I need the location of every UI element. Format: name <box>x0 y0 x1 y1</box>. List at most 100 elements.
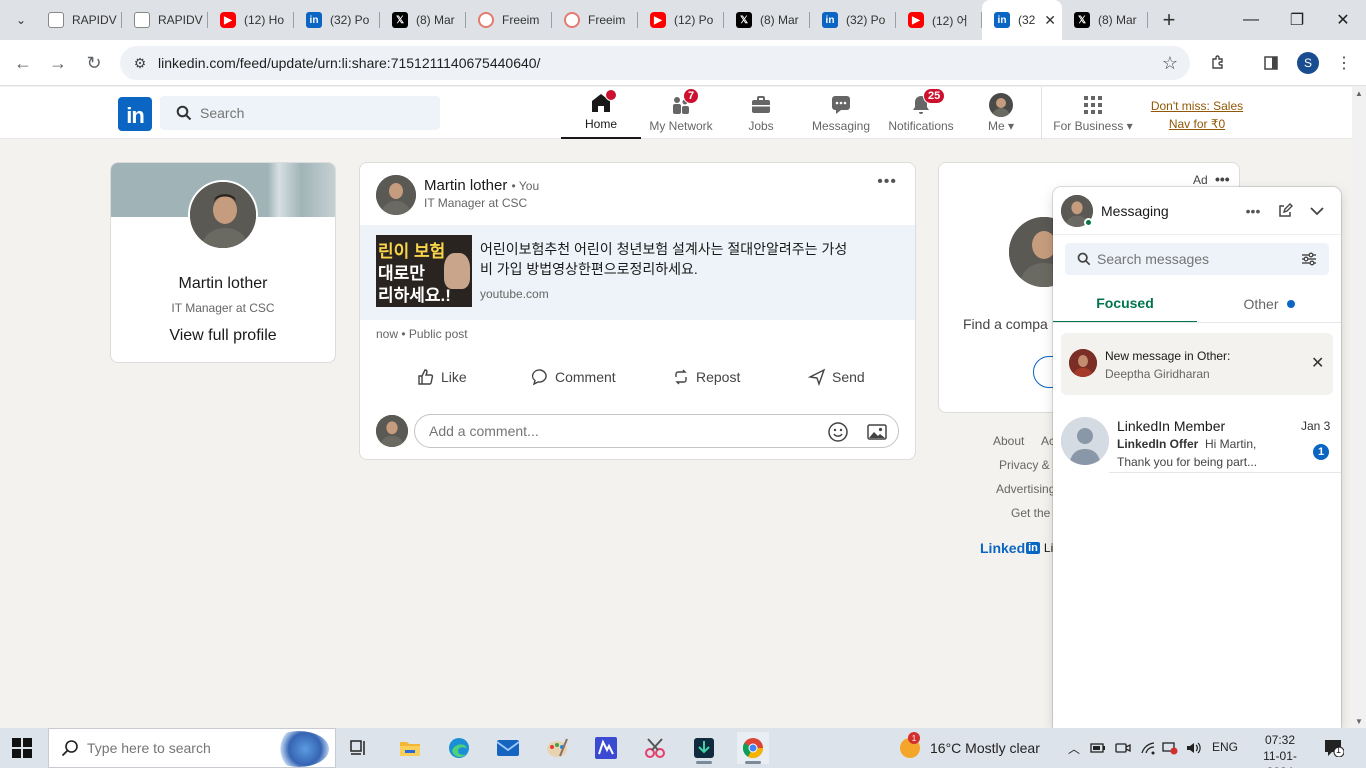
linkedin-search[interactable] <box>160 96 440 130</box>
edge-icon[interactable] <box>443 732 475 764</box>
browser-tab[interactable]: RAPIDV <box>36 0 122 40</box>
browser-tab[interactable]: Freeim <box>466 0 552 40</box>
restore-button[interactable]: ❐ <box>1274 0 1320 40</box>
ad-more-icon[interactable]: ••• <box>1215 171 1230 187</box>
browser-tab[interactable]: 𝕏 (8) Mar <box>1062 0 1148 40</box>
linkedin-logo[interactable]: in <box>118 97 152 131</box>
messaging-more-icon[interactable]: ••• <box>1243 201 1263 221</box>
footer-privacy-link[interactable]: Privacy & <box>999 458 1050 472</box>
filter-icon[interactable] <box>1301 251 1317 267</box>
omnibox[interactable]: ⚙ linkedin.com/feed/update/urn:li:share:… <box>120 46 1190 80</box>
comment-box[interactable] <box>414 414 899 448</box>
reload-button[interactable]: ↻ <box>81 50 107 76</box>
close-window-button[interactable]: ✕ <box>1320 0 1366 40</box>
view-full-profile-link[interactable]: View full profile <box>111 327 335 345</box>
other-message-notice[interactable]: New message in Other: Deeptha Giridharan… <box>1061 333 1333 395</box>
nav-messaging[interactable]: Messaging <box>801 87 881 139</box>
network-alert-icon[interactable] <box>1162 740 1178 756</box>
notification-center-icon[interactable]: 1 <box>1324 739 1345 758</box>
footer-advertising-link[interactable]: Advertising <box>996 482 1055 496</box>
compose-icon[interactable] <box>1275 201 1295 221</box>
paint-icon[interactable] <box>541 732 573 764</box>
browser-tab[interactable]: ▶ (12) 어 <box>896 0 982 40</box>
collapse-chevron-icon[interactable] <box>1307 201 1327 221</box>
tab-focused[interactable]: Focused <box>1053 285 1197 323</box>
minimize-button[interactable]: — <box>1228 0 1274 40</box>
footer-get-app-link[interactable]: Get the <box>1011 506 1050 520</box>
browser-tab[interactable]: 𝕏 (8) Mar <box>380 0 466 40</box>
tab-other[interactable]: Other <box>1197 285 1341 323</box>
browser-tab[interactable]: in (32) Po <box>294 0 380 40</box>
language-indicator[interactable]: ENG <box>1212 740 1238 754</box>
new-tab-button[interactable]: + <box>1154 7 1184 33</box>
back-button[interactable]: ← <box>10 50 36 76</box>
browser-tab[interactable]: RAPIDV <box>122 0 208 40</box>
footer-about-link[interactable]: About <box>993 434 1024 448</box>
browser-tab[interactable]: in (32) Po <box>810 0 896 40</box>
windows-start-icon[interactable] <box>12 738 32 758</box>
url-text[interactable]: linkedin.com/feed/update/urn:li:share:71… <box>158 55 540 71</box>
taskbar-search[interactable] <box>48 728 336 768</box>
conversation-item[interactable]: LinkedIn Member Jan 3 LinkedIn Offer Hi … <box>1053 409 1341 471</box>
emoji-icon[interactable] <box>827 421 849 443</box>
scroll-down-arrow[interactable]: ▼ <box>1355 717 1363 726</box>
chrome-icon[interactable] <box>737 732 769 764</box>
taskbar-search-input[interactable] <box>87 740 267 756</box>
browser-tab[interactable]: in (32 ✕ <box>982 0 1062 40</box>
messaging-header[interactable]: Messaging ••• <box>1053 187 1341 235</box>
nav-my-network[interactable]: 7 My Network <box>641 87 721 139</box>
nav-for-business[interactable]: For Business ▾ <box>1053 87 1133 139</box>
file-explorer-icon[interactable] <box>394 732 426 764</box>
app-m-icon[interactable] <box>590 732 622 764</box>
extensions-icon[interactable] <box>1207 52 1229 74</box>
side-panel-icon[interactable] <box>1260 52 1282 74</box>
close-tab-icon[interactable]: ✕ <box>1044 12 1056 29</box>
repost-button[interactable]: Repost <box>672 359 740 395</box>
messaging-search[interactable] <box>1065 243 1329 275</box>
image-icon[interactable] <box>866 421 888 443</box>
weather-widget[interactable]: 1 16°C Mostly clear <box>900 732 1040 758</box>
browser-tab[interactable]: 𝕏 (8) Mar <box>724 0 810 40</box>
nav-home[interactable]: Home <box>561 87 641 139</box>
promo-line-2: Nav for ₹0 <box>1168 117 1226 131</box>
link-preview[interactable]: 린이 보험 대로만 리하세요.! 어린이보험추천 어린이 청년보험 설계사는 절… <box>360 225 915 320</box>
snipping-tool-icon[interactable] <box>639 732 671 764</box>
tab-search-button[interactable]: ⌄ <box>6 5 36 35</box>
post-more-icon[interactable]: ••• <box>877 173 897 191</box>
like-button[interactable]: Like <box>417 359 467 395</box>
send-button[interactable]: Send <box>808 359 865 395</box>
battery-icon[interactable] <box>1090 740 1106 756</box>
scroll-up-arrow[interactable]: ▲ <box>1355 89 1363 98</box>
page-scrollbar[interactable]: ▲ ▼ <box>1352 87 1366 728</box>
browser-menu-icon[interactable]: ⋮ <box>1333 52 1355 74</box>
post-author-avatar[interactable] <box>376 175 416 215</box>
comment-input[interactable] <box>429 423 799 439</box>
wifi-icon[interactable] <box>1140 740 1156 756</box>
sales-nav-promo-link[interactable]: Don't miss: Sales Nav for ₹0 <box>1140 97 1254 133</box>
browser-tab[interactable]: Freeim <box>552 0 638 40</box>
volume-icon[interactable] <box>1186 740 1202 756</box>
profile-avatar[interactable] <box>188 180 258 250</box>
nav-me[interactable]: Me ▾ <box>961 87 1041 139</box>
browser-profile-avatar[interactable]: S <box>1297 52 1319 74</box>
site-info-icon[interactable]: ⚙ <box>126 55 154 72</box>
post-author-name[interactable]: Martin lother <box>424 177 507 194</box>
browser-tab[interactable]: ▶ (12) Ho <box>208 0 294 40</box>
comment-button[interactable]: Comment <box>531 359 616 395</box>
link-title[interactable]: 어린이보험추천 어린이 청년보험 설계사는 절대안알려주는 가성비 가입 방법영… <box>480 239 860 279</box>
tray-chevron-up-icon[interactable]: ︿ <box>1066 740 1082 756</box>
linkedin-search-input[interactable] <box>200 105 420 121</box>
messaging-search-input[interactable] <box>1097 251 1287 267</box>
nav-notifications[interactable]: 25 Notifications <box>881 87 961 139</box>
task-view-icon[interactable] <box>344 732 376 764</box>
browser-tab[interactable]: ▶ (12) Po <box>638 0 724 40</box>
clock[interactable]: 07:32 11-01-2024 <box>1250 732 1310 768</box>
meet-now-icon[interactable] <box>1115 740 1131 756</box>
nav-jobs[interactable]: Jobs <box>721 87 801 139</box>
bookmark-star-icon[interactable]: ☆ <box>1162 53 1178 74</box>
mail-icon[interactable] <box>492 732 524 764</box>
app-download-icon[interactable] <box>688 732 720 764</box>
close-icon[interactable]: ✕ <box>1311 353 1324 373</box>
profile-name[interactable]: Martin lother <box>111 275 335 293</box>
forward-button[interactable]: → <box>45 50 71 76</box>
